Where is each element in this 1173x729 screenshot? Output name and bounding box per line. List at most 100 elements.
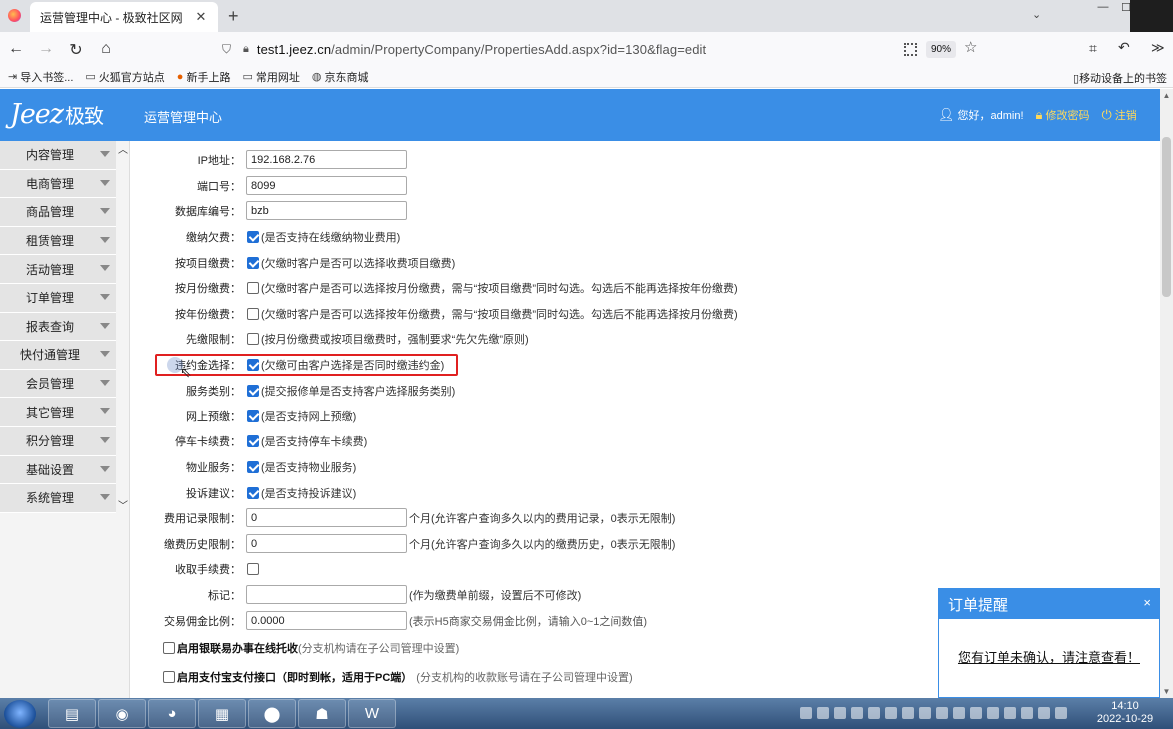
- popup-message-link[interactable]: 您有订单未确认，请注意查看！: [939, 647, 1159, 666]
- tab-list-chevron-icon[interactable]: ⌄: [1032, 8, 1041, 21]
- service-type-checkbox[interactable]: [247, 384, 259, 397]
- explorer-icon[interactable]: ▤: [48, 699, 96, 728]
- tray-icon[interactable]: [987, 707, 999, 719]
- reload-icon[interactable]: ↻: [66, 40, 86, 60]
- tray-icon[interactable]: [800, 707, 812, 719]
- tray-icon[interactable]: [817, 707, 829, 719]
- complaint-checkbox[interactable]: [247, 486, 259, 499]
- change-password-link[interactable]: 修改密码: [1045, 107, 1089, 123]
- back-icon[interactable]: ←: [6, 40, 26, 58]
- handling-fee-checkbox[interactable]: [247, 562, 259, 575]
- parking-checkbox[interactable]: [247, 434, 259, 447]
- tray-icon[interactable]: [936, 707, 948, 719]
- tray-icon[interactable]: [919, 707, 931, 719]
- window-close-icon[interactable]: [1130, 0, 1173, 32]
- screenshot-icon[interactable]: ⌗: [1089, 40, 1097, 57]
- sidebar-item-reports[interactable]: 报表查询: [0, 312, 116, 342]
- folder-icon: ▭: [85, 71, 96, 83]
- online-prepay-checkbox[interactable]: [247, 409, 259, 422]
- tray-icon[interactable]: [885, 707, 897, 719]
- sidebar-item-orders[interactable]: 订单管理: [0, 283, 116, 313]
- user-area: 👤︎ 您好，admin! 🔒︎ 修改密码 ⏻ 注销: [938, 107, 1137, 123]
- db-input[interactable]: [246, 201, 407, 220]
- bookmark-jd[interactable]: ◍ 京东商城: [312, 69, 369, 85]
- forward-icon[interactable]: →: [36, 40, 56, 58]
- sidebar-item-members[interactable]: 会员管理: [0, 369, 116, 399]
- page-scrollbar[interactable]: ▲ ▼: [1160, 89, 1173, 698]
- property-service-checkbox[interactable]: [247, 460, 259, 473]
- tray-icon[interactable]: [1021, 707, 1033, 719]
- tray-icon[interactable]: [834, 707, 846, 719]
- scroll-up-icon[interactable]: ▲: [1160, 91, 1173, 100]
- sidebar-item-other[interactable]: 其它管理: [0, 398, 116, 427]
- zoom-level[interactable]: 90%: [926, 41, 957, 58]
- scroll-down-icon[interactable]: ▼: [1160, 687, 1173, 696]
- scroll-thumb[interactable]: [1162, 137, 1171, 297]
- tray-icon[interactable]: [1055, 707, 1067, 719]
- commission-input[interactable]: [246, 611, 407, 630]
- sidebar-item-content[interactable]: 内容管理: [0, 141, 116, 170]
- port-input[interactable]: [246, 176, 407, 195]
- sidebar-item-rental[interactable]: 租赁管理: [0, 226, 116, 256]
- word-icon[interactable]: W: [348, 699, 396, 728]
- bookmark-mobile[interactable]: ▯ 移动设备上的书签: [1073, 70, 1167, 86]
- browser-tab[interactable]: 运营管理中心 - 极致社区网 ✕: [30, 2, 218, 32]
- bookmark-star-icon[interactable]: ☆: [964, 38, 977, 56]
- sidebar-item-points[interactable]: 积分管理: [0, 426, 116, 456]
- pay-history-label: 缴费历史限制：: [164, 538, 241, 551]
- firefox-taskbar-icon[interactable]: ◕: [148, 699, 196, 728]
- qr-code-icon[interactable]: [904, 43, 917, 56]
- bookmark-firefox-site[interactable]: ▭ 火狐官方站点: [85, 69, 164, 85]
- row-by-item: 按项目缴费： (欠缴时客户是否可以选择收费项目缴费): [131, 250, 455, 275]
- tray-icon[interactable]: [1038, 707, 1050, 719]
- firefox-icon[interactable]: [8, 9, 21, 22]
- by-year-checkbox[interactable]: [247, 307, 259, 320]
- tray-icon[interactable]: [902, 707, 914, 719]
- tray-icon[interactable]: [851, 707, 863, 719]
- pay-history-input[interactable]: [246, 534, 407, 553]
- sidebar-item-quickpay[interactable]: 快付通管理: [0, 341, 116, 370]
- first-owe-checkbox[interactable]: [247, 332, 259, 345]
- pay-arrears-checkbox[interactable]: [247, 230, 259, 243]
- tray-icon[interactable]: [970, 707, 982, 719]
- url-bar[interactable]: ⛉ 🔒︎ test1.jeez.cn/admin/PropertyCompany…: [214, 36, 990, 62]
- sidebar-item-basic-settings[interactable]: 基础设置: [0, 455, 116, 485]
- bookmark-getting-started[interactable]: ● 新手上路: [177, 69, 231, 85]
- tray-icon[interactable]: [868, 707, 880, 719]
- record-icon[interactable]: ⬤: [248, 699, 296, 728]
- tray-icon[interactable]: [1004, 707, 1016, 719]
- fee-record-input[interactable]: [246, 508, 407, 527]
- tab-close-icon[interactable]: ✕: [194, 9, 208, 25]
- sidebar-item-activities[interactable]: 活动管理: [0, 255, 116, 284]
- bookmark-import[interactable]: ⇥ 导入书签...: [8, 69, 73, 85]
- android-icon[interactable]: ☗: [298, 699, 346, 728]
- sidebar-scroll-down-icon[interactable]: ﹀: [116, 497, 130, 512]
- popup-close-icon[interactable]: ×: [1143, 595, 1151, 610]
- alipay-checkbox[interactable]: [163, 671, 175, 683]
- new-tab-icon[interactable]: +: [228, 6, 239, 27]
- logout-link[interactable]: 注销: [1115, 107, 1137, 123]
- home-icon[interactable]: ⌂: [96, 40, 116, 58]
- lock-icon[interactable]: 🔒︎: [243, 43, 249, 56]
- ip-input[interactable]: [246, 150, 407, 169]
- url-text[interactable]: test1.jeez.cn/admin/PropertyCompany/Prop…: [257, 42, 706, 57]
- by-month-checkbox[interactable]: [247, 281, 259, 294]
- row-online-prepay: 网上预缴： (是否支持网上预缴): [131, 403, 356, 428]
- undo-icon[interactable]: ↶: [1118, 39, 1130, 56]
- mark-input[interactable]: [246, 585, 407, 604]
- sidebar-scroll-up-icon[interactable]: ︿: [116, 141, 130, 156]
- shield-icon[interactable]: ⛉: [222, 42, 231, 57]
- sidebar-item-products[interactable]: 商品管理: [0, 198, 116, 227]
- sidebar-item-system[interactable]: 系统管理: [0, 484, 116, 513]
- taskbar-clock[interactable]: 14:10 2022-10-29: [1093, 700, 1157, 726]
- bank-collection-checkbox[interactable]: [163, 642, 175, 654]
- mark-desc: (作为缴费单前缀，设置后不可修改): [409, 589, 582, 602]
- tray-icon[interactable]: [953, 707, 965, 719]
- start-button[interactable]: [4, 700, 36, 728]
- by-item-checkbox[interactable]: [247, 256, 259, 269]
- overflow-menu-icon[interactable]: ≫: [1151, 40, 1165, 56]
- network-app-icon[interactable]: ◉: [98, 699, 146, 728]
- bookmark-common-sites[interactable]: ▭ 常用网址: [242, 69, 299, 85]
- sidebar-item-ecommerce[interactable]: 电商管理: [0, 169, 116, 199]
- excel-icon[interactable]: ▦: [198, 699, 246, 728]
